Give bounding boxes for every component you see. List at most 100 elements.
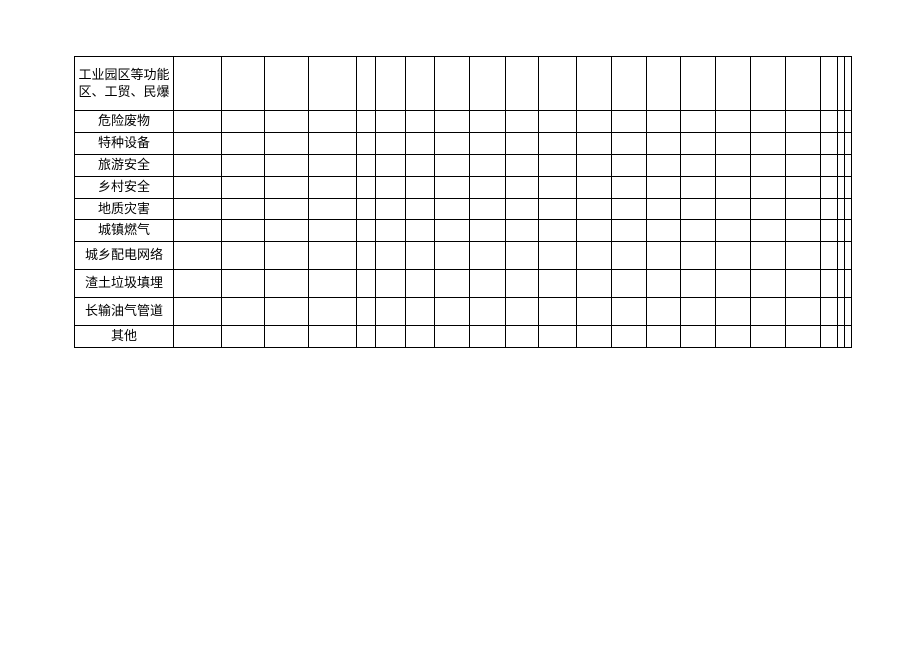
cell [838,298,845,326]
cell [681,298,716,326]
row-label: 工业园区等功能区、工贸、民爆 [75,57,174,111]
table-container: 工业园区等功能区、工贸、民爆危险废物特种设备旅游安全乡村安全地质灾害城镇燃气城乡… [0,0,920,348]
cell [470,198,506,220]
cell [174,198,222,220]
cell [309,220,357,242]
cell [786,132,821,154]
cell [406,132,435,154]
cell [612,198,647,220]
cell [786,198,821,220]
cell [506,270,539,298]
cell [265,326,309,348]
table-row: 危险废物 [75,111,852,133]
cell [751,326,786,348]
cell [577,270,612,298]
cell [309,154,357,176]
cell [838,326,845,348]
cell [222,176,265,198]
cell [577,176,612,198]
cell [470,270,506,298]
cell [821,111,838,133]
cell [357,220,376,242]
cell [838,270,845,298]
cell [357,326,376,348]
cell [406,326,435,348]
cell [222,242,265,270]
row-label: 地质灾害 [75,198,174,220]
cell [751,57,786,111]
cell [174,57,222,111]
cell [174,111,222,133]
cell [470,57,506,111]
cell [435,220,470,242]
cell [612,220,647,242]
cell [174,242,222,270]
cell [577,298,612,326]
cell [681,326,716,348]
cell [751,220,786,242]
cell [406,154,435,176]
table-row: 城镇燃气 [75,220,852,242]
cell [786,270,821,298]
cell [612,176,647,198]
cell [309,176,357,198]
cell [647,326,681,348]
cell [376,154,406,176]
cell [845,242,852,270]
cell [309,198,357,220]
cell [174,154,222,176]
row-label: 危险废物 [75,111,174,133]
cell [845,132,852,154]
cell [786,298,821,326]
cell [681,154,716,176]
cell [845,198,852,220]
cell [265,220,309,242]
cell [357,154,376,176]
cell [435,242,470,270]
cell [435,154,470,176]
cell [357,111,376,133]
cell [838,154,845,176]
cell [577,132,612,154]
cell [406,176,435,198]
cell [751,242,786,270]
cell [681,111,716,133]
cell [716,132,751,154]
cell [751,298,786,326]
cell [309,298,357,326]
row-label: 乡村安全 [75,176,174,198]
cell [821,176,838,198]
cell [838,220,845,242]
cell [821,57,838,111]
cell [506,326,539,348]
cell [838,242,845,270]
cell [357,132,376,154]
cell [681,220,716,242]
cell [647,242,681,270]
cell [612,242,647,270]
cell [539,132,577,154]
cell [406,298,435,326]
cell [845,57,852,111]
cell [376,298,406,326]
cell [222,57,265,111]
cell [539,57,577,111]
cell [357,57,376,111]
cell [506,57,539,111]
cell [539,220,577,242]
cell [716,220,751,242]
cell [470,220,506,242]
cell [821,220,838,242]
cell [716,242,751,270]
cell [470,242,506,270]
table-row: 工业园区等功能区、工贸、民爆 [75,57,852,111]
cell [265,57,309,111]
table-row: 长输油气管道 [75,298,852,326]
cell [577,57,612,111]
cell [506,242,539,270]
cell [838,57,845,111]
cell [577,326,612,348]
cell [845,326,852,348]
cell [647,198,681,220]
cell [376,198,406,220]
